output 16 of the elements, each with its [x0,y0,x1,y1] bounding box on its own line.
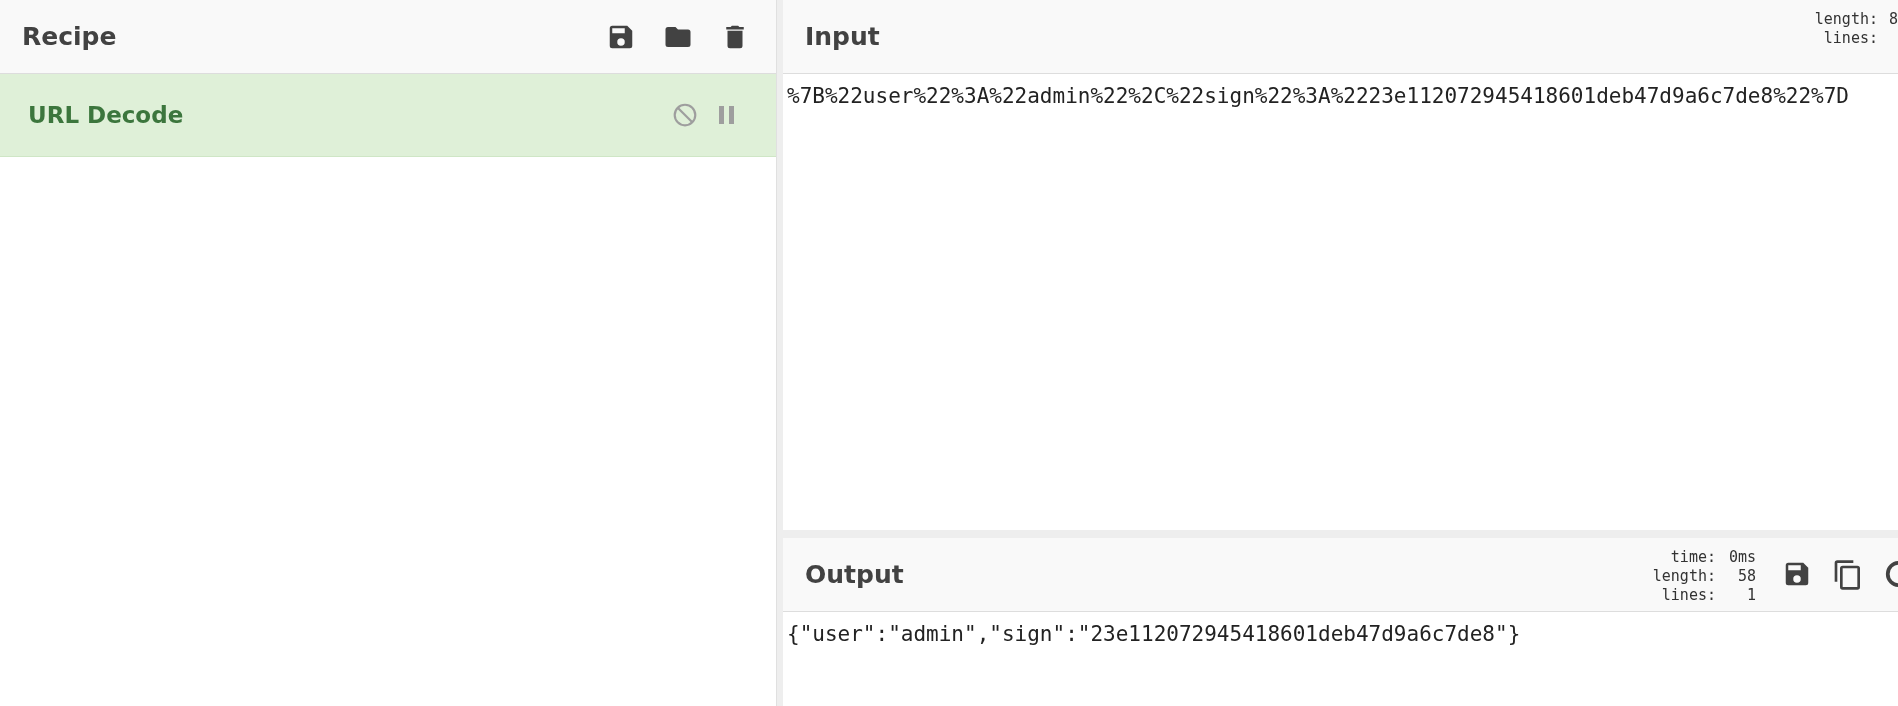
stat-value: 58 [1736,567,1756,586]
input-text[interactable]: %7B%22user%22%3A%22admin%22%2C%22sign%22%3A%2223e112072945418601deb47d9a6c7de8%22%7D [787,84,1850,108]
disable-icon [672,102,698,128]
output-text: {"user":"admin","sign":"23e112072945418601deb47d9a6c7de8"} [787,622,1521,646]
operation-name: URL Decode [28,102,185,128]
stat-label: lines: [1660,586,1716,605]
stat-value: 1 [1745,586,1756,605]
panel-title: Output [805,560,905,589]
stat-label: lines: [1822,29,1878,48]
stat-value: 0ms [1727,548,1756,567]
stat-label: length: [1652,567,1716,586]
stat-label: length: [1814,10,1878,29]
panel-title: Recipe [22,22,118,51]
stat-label: time: [1669,548,1716,567]
panel-title: Input [805,22,881,51]
stat-value: 8 [1888,10,1898,29]
